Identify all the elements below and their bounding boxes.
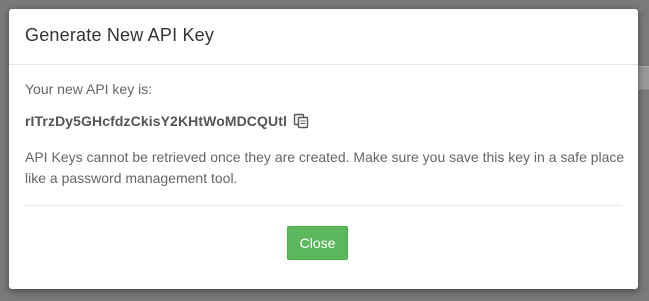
dialog-title: Generate New API Key xyxy=(25,25,215,45)
footer-divider xyxy=(25,205,622,206)
api-key-warning: API Keys cannot be retrieved once they a… xyxy=(25,149,625,186)
api-key-value[interactable]: rITrzDy5GHcfdzCkisY2KHtWoMDCQUtl xyxy=(25,113,287,129)
generate-api-key-dialog: Generate New API Key Your new API key is… xyxy=(9,9,638,289)
api-key-row: rITrzDy5GHcfdzCkisY2KHtWoMDCQUtl xyxy=(25,111,622,131)
dialog-body: Your new API key is: rITrzDy5GHcfdzCkisY… xyxy=(9,65,638,189)
api-key-intro: Your new API key is: xyxy=(25,81,153,97)
copy-icon[interactable] xyxy=(293,113,309,129)
dialog-header: Generate New API Key xyxy=(9,9,638,65)
close-button[interactable]: Close xyxy=(287,226,348,260)
